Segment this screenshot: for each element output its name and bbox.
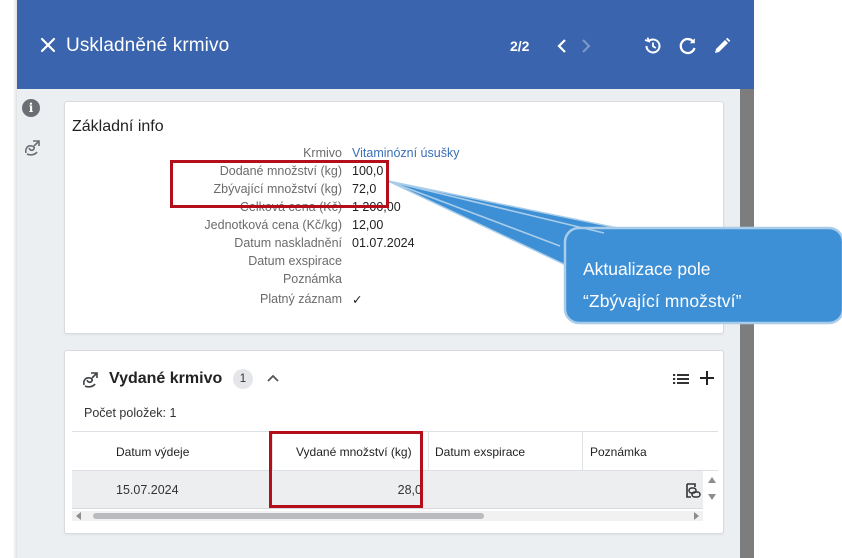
feed-issue-icon — [79, 368, 101, 390]
basic-info-title: Základní info — [72, 118, 164, 135]
app-frame: Uskladněné krmivo 2/2 i Základní info Kr… — [0, 0, 842, 558]
edit-pencil-icon[interactable] — [711, 35, 733, 57]
highlight-box-issued-amount — [269, 431, 423, 508]
feed-issue-icon[interactable] — [21, 136, 43, 158]
info-field-value: 01.07.2024 — [352, 236, 415, 250]
add-icon[interactable] — [696, 367, 718, 389]
column-header-expiry[interactable]: Datum exspirace — [435, 445, 525, 459]
callout-text-line1: Aktualizace pole — [583, 259, 711, 279]
callout-text-line2: “Zbývající množství” — [583, 291, 742, 311]
info-field-label: Platný záznam — [260, 292, 342, 306]
info-field-label: Datum exspirace — [248, 254, 342, 268]
info-field-row: Dodané množství (kg) 100,0 — [65, 164, 725, 182]
info-field-row: Jednotková cena (Kč/kg) 12,00 — [65, 218, 725, 236]
info-icon[interactable]: i — [22, 99, 40, 117]
info-field-value: ✓ — [352, 293, 363, 307]
info-field-label: Datum naskladnění — [234, 236, 342, 250]
record-pager: 2/2 — [510, 38, 530, 54]
chevron-right-icon — [578, 36, 594, 56]
side-rail: i — [17, 89, 54, 558]
column-header-note[interactable]: Poznámka — [590, 445, 647, 459]
item-count: Počet položek: 1 — [84, 406, 177, 420]
highlight-box-remaining — [170, 160, 389, 208]
info-field-row: Zbývající množství (kg) 72,0 — [65, 182, 725, 200]
cell-date: 15.07.2024 — [116, 483, 179, 497]
info-field-value: 12,00 — [352, 218, 384, 232]
column-divider — [428, 432, 429, 471]
feed-link[interactable]: Vitaminózní úsušky — [352, 146, 459, 160]
column-header-date[interactable]: Datum výdeje — [116, 445, 189, 459]
info-field-row: Krmivo Vitaminózní úsušky — [65, 146, 725, 164]
horizontal-scrollbar[interactable] — [72, 511, 703, 521]
column-divider — [582, 432, 583, 471]
panel-header: Uskladněné krmivo 2/2 — [17, 0, 754, 89]
info-field-row: Celková cena (Kč) 1 200,00 — [65, 200, 725, 218]
issue-detail-icon[interactable] — [683, 481, 703, 501]
history-icon[interactable] — [642, 35, 664, 57]
panel-scrollbar[interactable] — [740, 89, 754, 558]
info-field-label: Jednotková cena (Kč/kg) — [204, 218, 342, 232]
scrollbar-thumb[interactable] — [93, 513, 484, 519]
page-title: Uskladněné krmivo — [66, 35, 230, 56]
chevron-up-icon[interactable] — [264, 369, 282, 387]
issued-feed-title: Vydané krmivo — [109, 370, 223, 387]
scroll-up-arrow-icon[interactable] — [708, 477, 716, 483]
close-icon[interactable] — [37, 34, 59, 56]
scroll-down-arrow-icon[interactable] — [708, 494, 716, 500]
info-field-label: Poznámka — [282, 272, 342, 286]
chevron-left-icon[interactable] — [554, 36, 570, 56]
info-field-row: Datum naskladnění 01.07.2024 — [65, 236, 725, 254]
scroll-left-arrow-icon[interactable] — [76, 512, 81, 520]
list-view-icon[interactable] — [671, 369, 691, 389]
info-field-label: Krmivo — [303, 146, 342, 160]
refresh-icon[interactable] — [677, 35, 699, 57]
scroll-right-arrow-icon[interactable] — [694, 512, 699, 520]
count-badge: 1 — [233, 369, 253, 389]
